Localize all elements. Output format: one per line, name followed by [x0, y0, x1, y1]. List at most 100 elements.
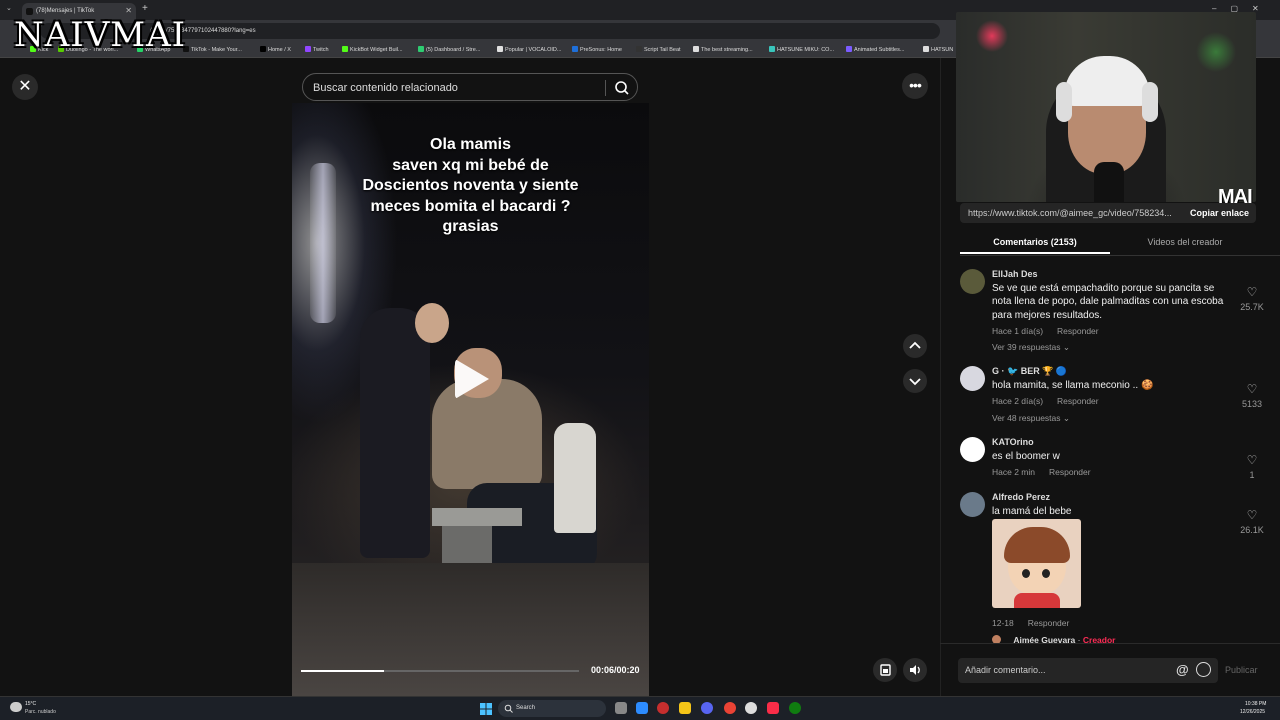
video-caption: Ola mamis saven xq mi bebé de Doscientos… — [362, 136, 579, 235]
clock-time: 10:38 PM — [1245, 701, 1267, 707]
comment-time: Hace 2 día(s) — [992, 396, 1044, 406]
volume-button[interactable] — [903, 658, 927, 682]
bookmark-item[interactable]: TikTok - Make Your... — [183, 46, 242, 53]
comment-author[interactable]: Alfredo Perez — [992, 492, 1050, 502]
file-explorer-icon[interactable] — [679, 702, 691, 714]
comment-item: ElIJah Des Se ve que está empachadito po… — [960, 269, 1270, 359]
bookmark-item[interactable]: The best streaming... — [693, 46, 753, 53]
avatar[interactable] — [960, 366, 985, 391]
like-button[interactable]: ♡ 5133 — [1232, 380, 1272, 409]
taskbar-search-label: Search — [516, 705, 536, 711]
search-input[interactable]: Buscar contenido relacionado — [313, 82, 458, 94]
comment-meta: Hace 1 día(s) Responder — [992, 326, 1099, 336]
next-video-button[interactable] — [903, 369, 927, 393]
comment-author[interactable]: ElIJah Des — [992, 269, 1038, 279]
comment-author[interactable]: KATOrino — [992, 437, 1034, 447]
bookmark-item[interactable]: Popular | VOCALOID... — [497, 46, 561, 53]
emoji-icon[interactable] — [1196, 662, 1211, 677]
heart-icon: ♡ — [1246, 453, 1258, 467]
tab-search-icon[interactable]: ⌄ — [6, 4, 12, 12]
more-options-button[interactable]: ••• — [902, 73, 928, 99]
bookmark-item[interactable]: Animated Subtitles... — [846, 46, 904, 53]
panel-divider — [940, 643, 1280, 644]
bookmark-item[interactable]: HATSUN — [923, 46, 953, 53]
tab-creator-videos[interactable]: Videos del creador — [1110, 230, 1260, 254]
comment-author[interactable]: G · 🐦 BER 🏆 🔵 — [992, 366, 1067, 377]
task-view-icon[interactable] — [615, 702, 627, 714]
bookmark-label: Twitch — [313, 47, 329, 53]
app-icon[interactable] — [657, 702, 669, 714]
comment-time: 12-18 — [992, 618, 1014, 628]
bookmark-item[interactable]: Home / X — [260, 46, 291, 53]
bookmark-item[interactable]: Twitch — [305, 46, 329, 53]
bookmark-favicon-icon — [572, 46, 578, 52]
bench-top — [432, 508, 522, 526]
bookmark-item[interactable]: PreSonus: Home — [572, 46, 622, 53]
bookmark-label: Animated Subtitles... — [854, 47, 905, 53]
bookmark-item[interactable]: KickBot Widget Buil... — [342, 46, 403, 53]
chrome-icon[interactable] — [724, 702, 736, 714]
like-count: 26.1K — [1240, 525, 1264, 535]
xbox-icon[interactable] — [789, 702, 801, 714]
like-button[interactable]: ♡ 25.7K — [1232, 283, 1272, 312]
weather-icon[interactable] — [10, 702, 22, 712]
comment-input[interactable]: Añadir comentario... @ — [958, 658, 1218, 683]
avatar[interactable] — [960, 269, 985, 294]
tabs-divider — [960, 255, 1280, 256]
picture-in-picture-button[interactable] — [873, 658, 897, 682]
windows-start-icon[interactable] — [480, 703, 492, 715]
bookmark-item[interactable]: Script Tail Beat — [636, 46, 681, 53]
avatar[interactable] — [960, 492, 985, 517]
bookmark-favicon-icon — [693, 46, 699, 52]
headphone-left — [1056, 82, 1072, 122]
bookmark-item[interactable]: HATSUNE MIKU: CO... — [769, 46, 834, 53]
pavement — [292, 563, 649, 696]
view-replies-label: Ver 48 respuestas — [992, 413, 1061, 423]
edge-icon[interactable] — [636, 702, 648, 714]
copy-link-button[interactable]: Copiar enlace — [1190, 208, 1249, 218]
weather-condition: Parc. nublado — [25, 709, 56, 715]
bookmark-favicon-icon — [769, 46, 775, 52]
close-tab-icon[interactable]: ✕ — [125, 6, 132, 15]
woman-face — [415, 303, 449, 343]
taskbar-search[interactable]: Search — [498, 700, 606, 717]
avatar[interactable] — [960, 437, 985, 462]
chatgpt-icon[interactable] — [745, 702, 757, 714]
bookmark-label: Home / X — [268, 47, 291, 53]
heart-icon: ♡ — [1246, 285, 1258, 299]
reply-button[interactable]: Responder — [1057, 396, 1099, 406]
bookmark-favicon-icon — [305, 46, 311, 52]
like-button[interactable]: ♡ 26.1K — [1232, 506, 1272, 535]
view-replies-button[interactable]: Ver 39 respuestas ⌄ — [992, 342, 1070, 353]
stream-watermark: NAIVMAI — [14, 15, 187, 55]
bookmark-label: HATSUNE MIKU: CO... — [777, 47, 835, 53]
reply-button[interactable]: Responder — [1049, 467, 1091, 477]
bookmark-label: TikTok - Make Your... — [191, 47, 242, 53]
video-player[interactable]: Ola mamis saven xq mi bebé de Doscientos… — [292, 103, 649, 696]
comment-item: KATOrino es el boomer w Hace 2 min Respon… — [960, 437, 1270, 481]
comment-meta: Hace 2 día(s) Responder — [992, 396, 1099, 406]
post-button[interactable]: Publicar — [1225, 665, 1258, 675]
like-count: 25.7K — [1240, 302, 1264, 312]
discord-icon[interactable] — [701, 702, 713, 714]
search-icon[interactable] — [613, 79, 631, 97]
video-progress-bar[interactable] — [301, 670, 579, 672]
previous-video-button[interactable] — [903, 334, 927, 358]
view-replies-button[interactable]: Ver 48 respuestas ⌄ — [992, 413, 1070, 424]
play-icon[interactable] — [455, 359, 489, 399]
new-tab-icon[interactable]: + — [142, 3, 148, 14]
mention-icon[interactable]: @ — [1176, 662, 1189, 677]
bookmark-item[interactable]: (5) Dashboard / Stre... — [418, 46, 480, 53]
woman-figure — [360, 308, 430, 558]
weather-temp: 15°C — [25, 701, 37, 707]
close-button[interactable]: ✕ — [12, 74, 38, 100]
bookmark-label: Script Tail Beat — [644, 47, 681, 53]
reply-button[interactable]: Responder — [1057, 326, 1099, 336]
tab-comments[interactable]: Comentarios (2153) — [960, 230, 1110, 254]
like-count: 5133 — [1241, 399, 1263, 409]
like-button[interactable]: ♡ 1 — [1232, 451, 1272, 480]
tab-title: (78)Mensajes | TikTok — [36, 8, 95, 14]
reply-button[interactable]: Responder — [1028, 618, 1070, 628]
related-search-box[interactable]: Buscar contenido relacionado — [302, 73, 638, 101]
music-icon[interactable] — [767, 702, 779, 714]
